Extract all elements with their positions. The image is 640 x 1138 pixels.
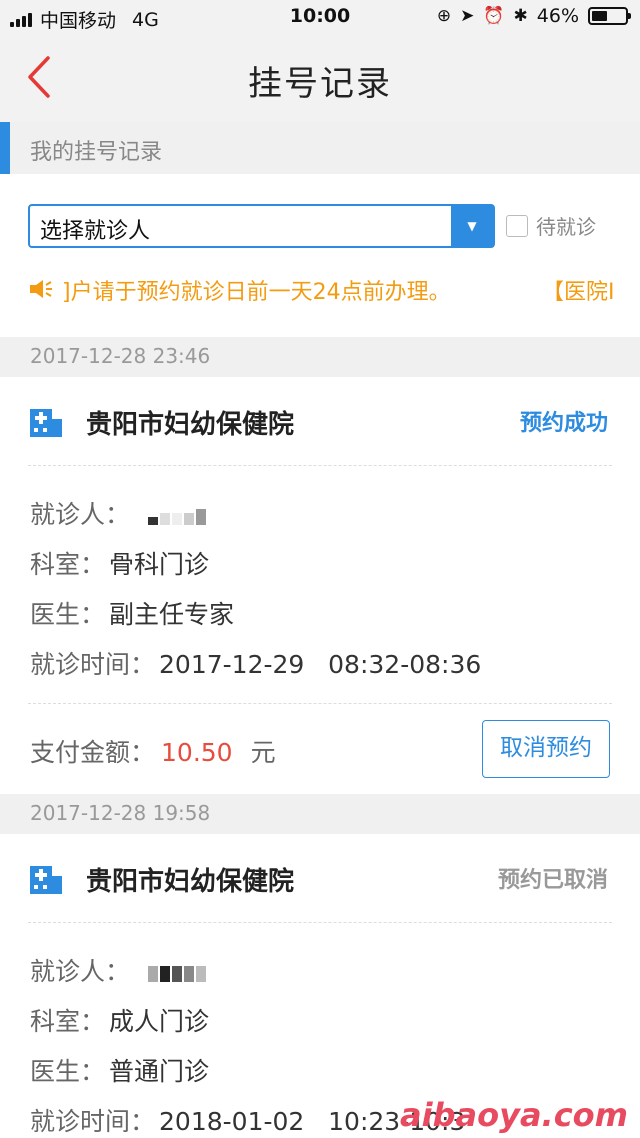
department-value: 成人门诊 <box>109 1007 210 1036</box>
department-row: 科室： 骨科门诊 <box>30 545 209 581</box>
pending-visit-label: 待就诊 <box>536 215 596 239</box>
pending-visit-checkbox[interactable]: 待就诊 <box>506 211 596 240</box>
battery-percent: 46% <box>536 5 579 27</box>
status-bar: 中国移动 4G 10:00 ⊕ ➤ ⏰ ✱ 46% <box>0 0 640 34</box>
patient-row: 就诊人： <box>30 952 208 988</box>
visit-time-label: 就诊时间： <box>30 650 156 679</box>
doctor-label: 医生： <box>30 1057 106 1086</box>
checkbox-box[interactable] <box>506 214 528 237</box>
department-label: 科室： <box>30 1007 106 1036</box>
patient-name-redacted <box>147 959 208 988</box>
watermark: aibaoya.com <box>400 1096 628 1134</box>
caret-down-icon[interactable]: ▼ <box>451 206 493 246</box>
patient-row: 就诊人： <box>30 495 208 531</box>
visit-time-value: 2017-12-29 08:32-08:36 <box>159 650 482 679</box>
record-date-bar: 2017-12-28 23:46 <box>0 337 640 377</box>
payment-unit: 元 <box>250 738 276 767</box>
rotation-lock-icon: ⊕ <box>436 6 452 26</box>
divider <box>28 465 612 466</box>
notice-marquee: ]户请于预约就诊日前一天24点前办理。 【医院I <box>28 274 640 308</box>
record-created-time: 2017-12-28 23:46 <box>30 344 211 368</box>
notice-text: ]户请于预约就诊日前一天24点前办理。 <box>62 280 451 305</box>
payment-amount: 10.50 <box>161 738 233 767</box>
hospital-icon <box>30 866 62 894</box>
bluetooth-icon: ✱ <box>513 6 528 26</box>
page-title: 挂号记录 <box>248 64 392 104</box>
record-card[interactable]: 贵阳市妇幼保健院 预约已取消 就诊人： 科室： 成人门诊 医生： 普通门诊 就诊时间… <box>0 834 640 1138</box>
department-label: 科室： <box>30 550 106 579</box>
record-created-time: 2017-12-28 19:58 <box>30 801 211 825</box>
doctor-value: 普通门诊 <box>109 1057 210 1086</box>
hospital-icon <box>30 409 62 437</box>
battery-icon <box>588 7 631 25</box>
divider <box>28 703 612 704</box>
doctor-row: 医生： 普通门诊 <box>30 1052 209 1088</box>
patient-select[interactable]: 选择就诊人 ▼ <box>28 204 495 248</box>
patient-select-value: 选择就诊人 <box>40 219 151 244</box>
cancel-appointment-button[interactable]: 取消预约 <box>482 720 610 778</box>
record-card[interactable]: 贵阳市妇幼保健院 预约成功 就诊人： 科室： 骨科门诊 医生： 副主任专家 就诊时间… <box>0 377 640 794</box>
alarm-icon: ⏰ <box>483 6 505 26</box>
visit-time-label: 就诊时间： <box>30 1107 156 1136</box>
divider <box>28 922 612 923</box>
filter-panel: 选择就诊人 ▼ 待就诊 ]户请于预约就诊日前一天24点前办理。 【医院I <box>0 174 640 337</box>
doctor-value: 副主任专家 <box>109 600 235 629</box>
doctor-row: 医生： 副主任专家 <box>30 595 234 631</box>
hospital-name: 贵阳市妇幼保健院 <box>86 410 295 440</box>
visit-time-row: 就诊时间： 2017-12-29 08:32-08:36 <box>30 645 481 681</box>
hospital-name: 贵阳市妇幼保健院 <box>86 867 295 897</box>
patient-label: 就诊人： <box>30 500 131 529</box>
section-header: 我的挂号记录 <box>0 122 640 174</box>
payment-row: 支付金额： 10.50 元 <box>30 733 276 769</box>
record-date-bar: 2017-12-28 19:58 <box>0 794 640 834</box>
status-badge: 预约成功 <box>519 411 608 436</box>
payment-label: 支付金额： <box>30 738 156 767</box>
notice-text-tail: 【医院I <box>542 280 615 305</box>
patient-label: 就诊人： <box>30 957 131 986</box>
location-icon: ➤ <box>460 6 475 26</box>
department-row: 科室： 成人门诊 <box>30 1002 209 1038</box>
patient-name-redacted <box>147 502 208 531</box>
department-value: 骨科门诊 <box>109 550 210 579</box>
nav-bar: 挂号记录 <box>0 34 640 122</box>
speaker-icon <box>30 280 52 298</box>
section-title: 我的挂号记录 <box>30 140 163 165</box>
doctor-label: 医生： <box>30 600 106 629</box>
status-badge: 预约已取消 <box>497 868 608 893</box>
section-accent-bar <box>0 122 10 174</box>
